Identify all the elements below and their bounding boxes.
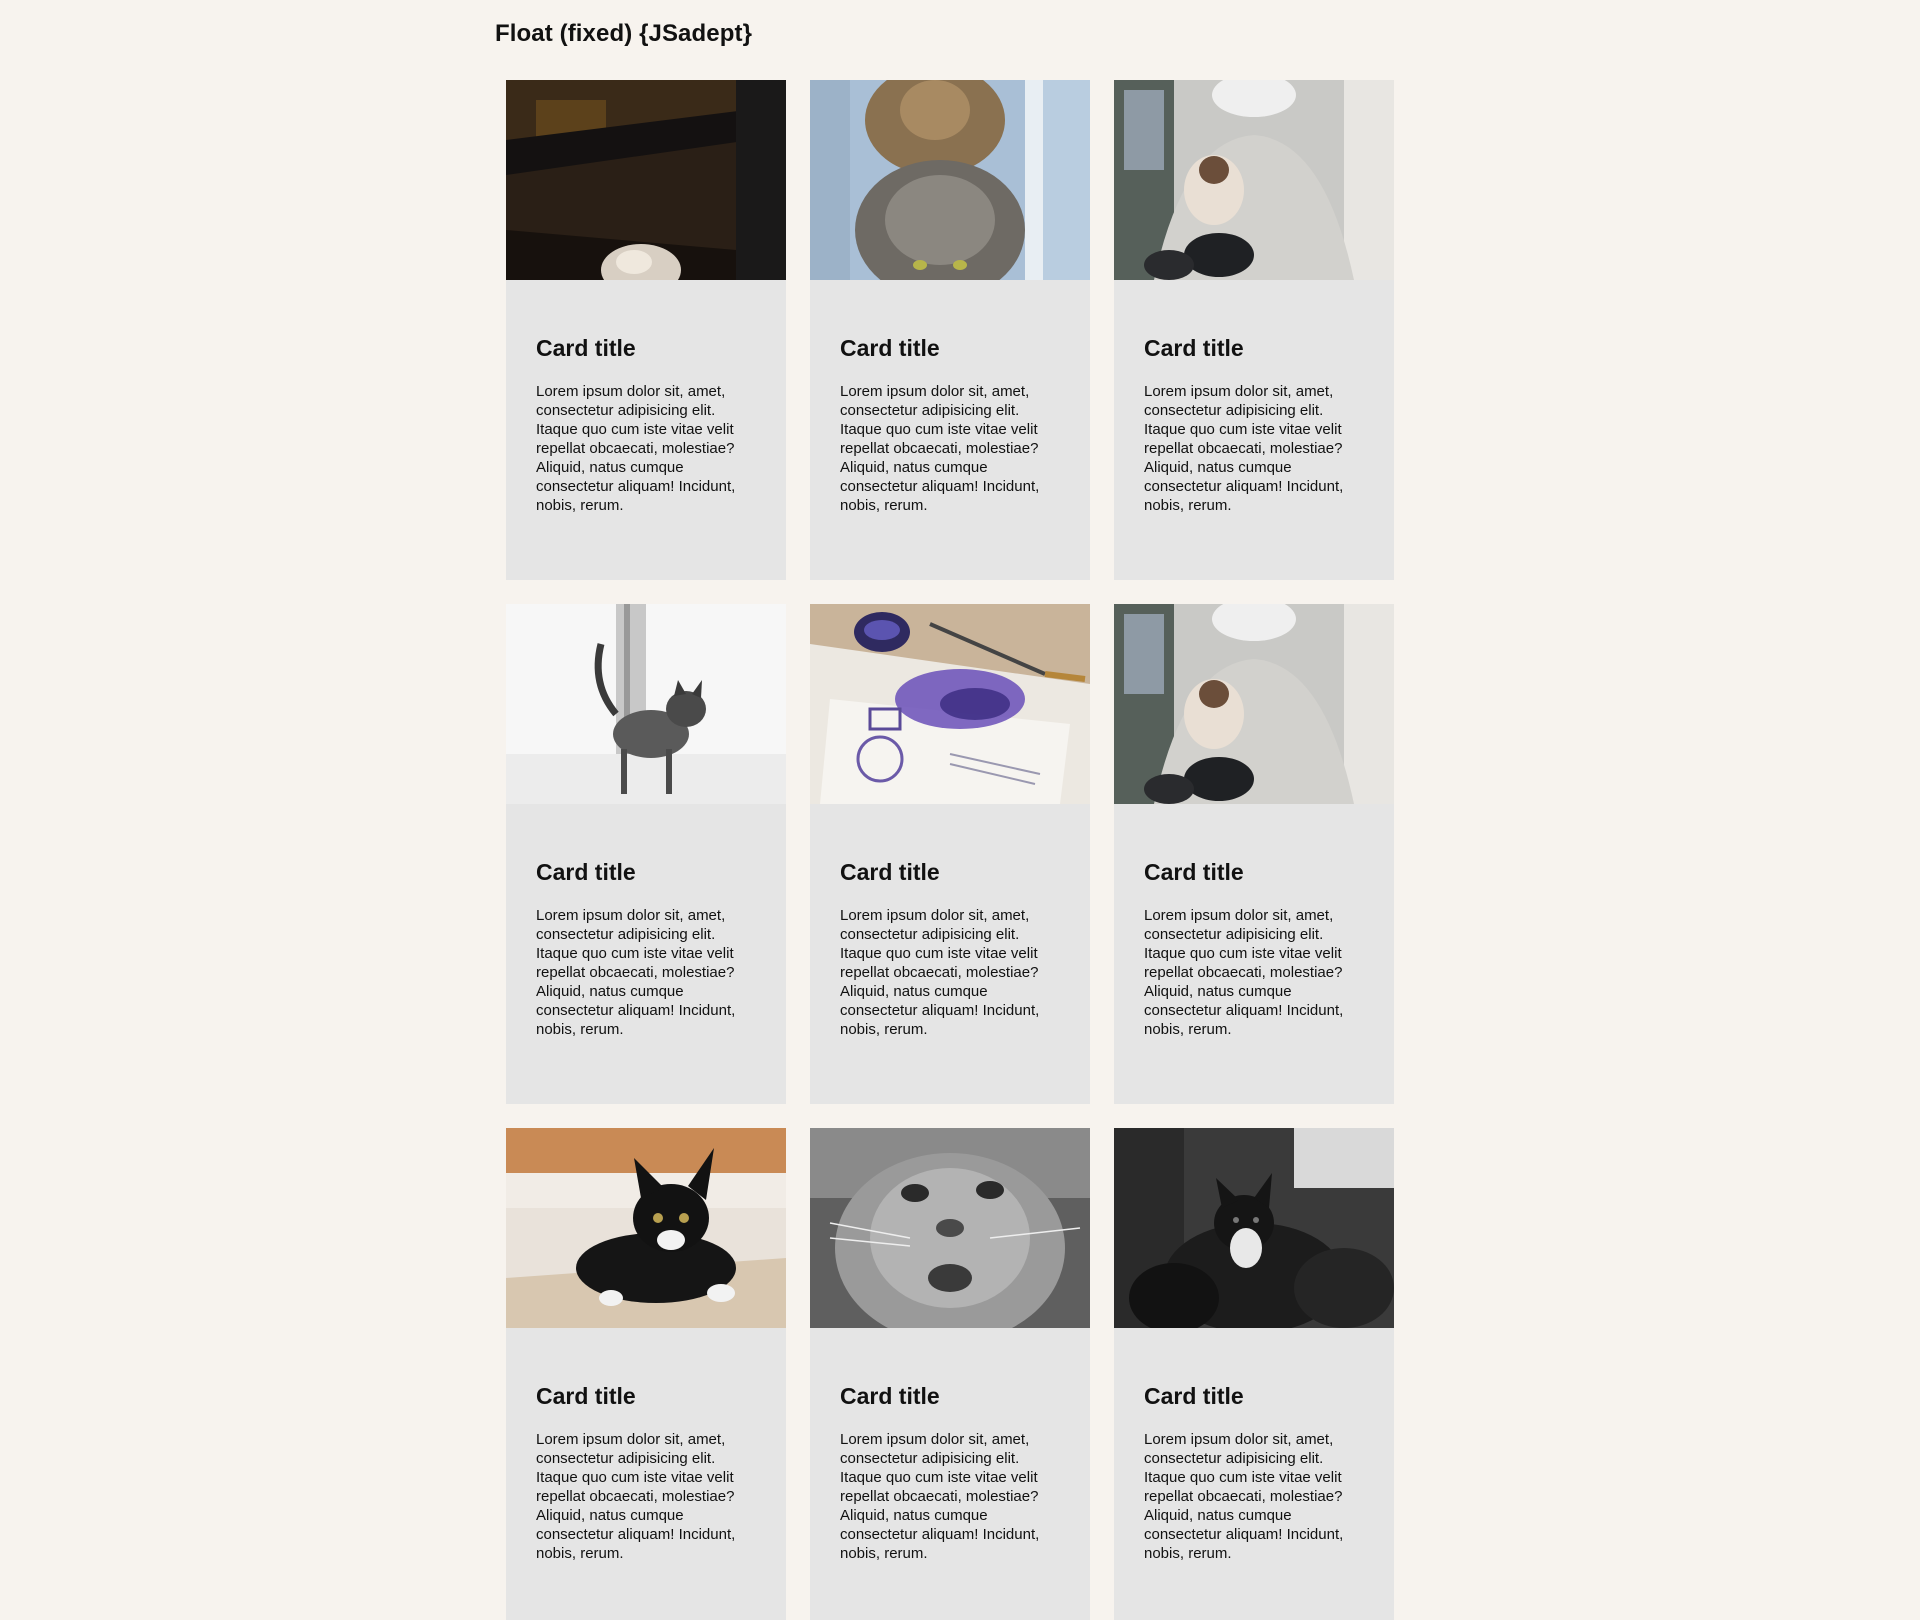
card-image bbox=[1114, 1128, 1394, 1328]
card-image bbox=[1114, 604, 1394, 804]
card-text: Lorem ipsum dolor sit, amet, consectetur… bbox=[536, 383, 736, 514]
card-text: Lorem ipsum dolor sit, amet, consectetur… bbox=[1144, 383, 1344, 514]
card-title: Card title bbox=[840, 859, 940, 885]
card: Card title Lorem ipsum dolor sit, amet, … bbox=[1114, 604, 1394, 1104]
card-image bbox=[506, 1128, 786, 1328]
card-text: Lorem ipsum dolor sit, amet, consectetur… bbox=[536, 907, 736, 1038]
card: Card title Lorem ipsum dolor sit, amet, … bbox=[810, 80, 1090, 580]
card-text: Lorem ipsum dolor sit, amet, consectetur… bbox=[1144, 907, 1344, 1038]
card-title: Card title bbox=[840, 1383, 940, 1409]
card-title: Card title bbox=[536, 859, 636, 885]
card-image bbox=[810, 604, 1090, 804]
card: Card title Lorem ipsum dolor sit, amet, … bbox=[1114, 80, 1394, 580]
card-title: Card title bbox=[536, 335, 636, 361]
card-text: Lorem ipsum dolor sit, amet, consectetur… bbox=[840, 383, 1040, 514]
card-image bbox=[810, 1128, 1090, 1328]
card-title: Card title bbox=[536, 1383, 636, 1409]
card-title: Card title bbox=[1144, 1383, 1244, 1409]
card: Card title Lorem ipsum dolor sit, amet, … bbox=[506, 604, 786, 1104]
card-text: Lorem ipsum dolor sit, amet, consectetur… bbox=[840, 1431, 1040, 1562]
card-image bbox=[1114, 80, 1394, 280]
card: Card title Lorem ipsum dolor sit, amet, … bbox=[506, 1128, 786, 1620]
card-image bbox=[506, 604, 786, 804]
card: Card title Lorem ipsum dolor sit, amet, … bbox=[810, 604, 1090, 1104]
card: Card title Lorem ipsum dolor sit, amet, … bbox=[810, 1128, 1090, 1620]
page-title: Float (fixed) {JSadept} bbox=[495, 20, 753, 47]
card: Card title Lorem ipsum dolor sit, amet, … bbox=[506, 80, 786, 580]
card: Card title Lorem ipsum dolor sit, amet, … bbox=[1114, 1128, 1394, 1620]
card-title: Card title bbox=[1144, 335, 1244, 361]
card-image bbox=[810, 80, 1090, 280]
card-title: Card title bbox=[1144, 859, 1244, 885]
card-image bbox=[506, 80, 786, 280]
card-title: Card title bbox=[840, 335, 940, 361]
card-text: Lorem ipsum dolor sit, amet, consectetur… bbox=[1144, 1431, 1344, 1562]
card-text: Lorem ipsum dolor sit, amet, consectetur… bbox=[536, 1431, 736, 1562]
card-text: Lorem ipsum dolor sit, amet, consectetur… bbox=[840, 907, 1040, 1038]
